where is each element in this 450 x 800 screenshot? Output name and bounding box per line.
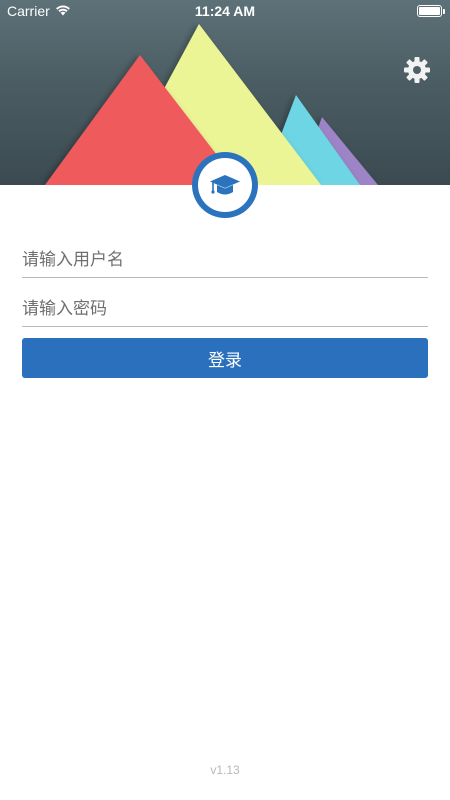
login-button[interactable]: 登录 [22, 338, 428, 378]
settings-button[interactable] [402, 55, 432, 85]
password-field[interactable] [22, 285, 428, 327]
username-field[interactable] [22, 236, 428, 278]
graduation-cap-icon [210, 175, 240, 195]
app-logo [192, 152, 258, 218]
status-bar: Carrier 11:24 AM [0, 0, 450, 22]
gear-icon [404, 57, 430, 83]
username-input[interactable] [22, 236, 428, 277]
password-input[interactable] [22, 285, 428, 326]
battery-icon [417, 5, 445, 17]
clock: 11:24 AM [194, 3, 256, 19]
version-label: v1.13 [210, 763, 240, 777]
